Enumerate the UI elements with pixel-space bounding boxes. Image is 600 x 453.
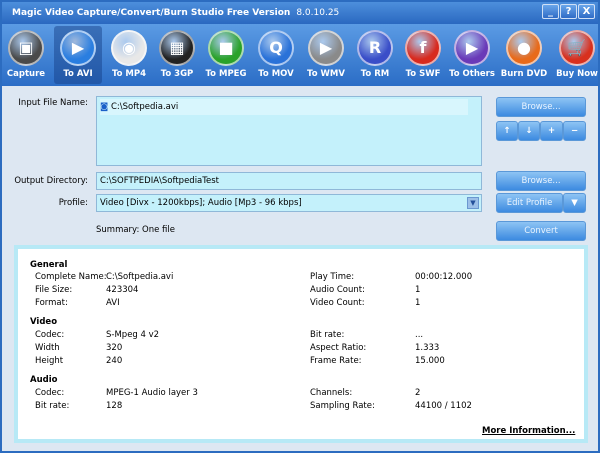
video-codec-label: Codec: <box>35 330 65 340</box>
audio-count-label: Audio Count: <box>310 285 365 295</box>
file-size-label: File Size: <box>35 285 73 295</box>
toolbar-button-to-3gp[interactable]: ▦ To 3GP <box>153 26 201 84</box>
aspect-ratio-label: Aspect Ratio: <box>310 343 367 353</box>
sampling-rate-label: Sampling Rate: <box>310 401 375 411</box>
toolbar-button-burn-dvd[interactable]: ● Burn DVD <box>500 26 548 84</box>
dvd-icon: ● <box>506 30 542 66</box>
file-list-item[interactable]: ◙ C:\Softpedia.avi <box>100 99 468 115</box>
input-file-label: Input File Name: <box>18 98 88 108</box>
complete-name-value: C:\Softpedia.avi <box>106 272 174 282</box>
toolbar-button-to-avi[interactable]: ▶ To AVI <box>54 26 102 84</box>
toolbar-button-to-swf[interactable]: f To SWF <box>399 26 447 84</box>
format-label: Format: <box>35 298 68 308</box>
width-label: Width <box>35 343 60 353</box>
complete-name-label: Complete Name: <box>35 272 107 282</box>
height-value: 240 <box>106 356 123 366</box>
output-dir-input[interactable]: C:\SOFTPEDIA\SoftpediaTest <box>96 172 482 190</box>
profile-value: Video [Divx - 1200kbps]; Audio [Mp3 - 96… <box>100 198 302 208</box>
help-button[interactable]: ? <box>560 4 577 19</box>
audio-codec-value: MPEG-1 Audio layer 3 <box>106 388 198 398</box>
cart-icon: 🛒 <box>559 30 595 66</box>
frame-rate-label: Frame Rate: <box>310 356 362 366</box>
audio-count-value: 1 <box>415 285 421 295</box>
window-title: Magic Video Capture/Convert/Burn Studio … <box>12 8 291 18</box>
edit-profile-button[interactable]: Edit Profile <box>496 193 563 213</box>
move-down-button[interactable]: ↓ <box>518 121 540 141</box>
frame-rate-value: 15.000 <box>415 356 445 366</box>
app-window: Magic Video Capture/Convert/Burn Studio … <box>0 0 600 453</box>
ipod-icon: ◉ <box>111 30 147 66</box>
title-bar: Magic Video Capture/Convert/Burn Studio … <box>2 2 598 24</box>
toolbar-button-label: Buy Now <box>556 69 598 79</box>
chevron-down-icon[interactable]: ▼ <box>467 197 479 209</box>
toolbar-button-capture[interactable]: ▣ Capture <box>2 26 50 84</box>
browse-input-button[interactable]: Browse... <box>496 97 586 117</box>
toolbar-button-to-rm[interactable]: R To RM <box>351 26 399 84</box>
phone-icon: ▦ <box>159 30 195 66</box>
remove-file-button[interactable]: − <box>563 121 586 141</box>
version: 8.0.10.25 <box>296 8 340 18</box>
format-value: AVI <box>106 298 120 308</box>
play-time-label: Play Time: <box>310 272 355 282</box>
input-file-list[interactable]: ◙ C:\Softpedia.avi <box>96 96 482 166</box>
media-info-panel: General Complete Name: C:\Softpedia.avi … <box>14 245 588 443</box>
play-time-value: 00:00:12.000 <box>415 272 473 282</box>
capture-icon: ▣ <box>8 30 44 66</box>
minimize-button[interactable]: _ <box>542 4 559 19</box>
audio-bitrate-label: Bit rate: <box>35 401 70 411</box>
toolbar-button-to-mpeg[interactable]: ■ To MPEG <box>202 26 250 84</box>
profile-select[interactable]: Video [Divx - 1200kbps]; Audio [Mp3 - 96… <box>96 194 482 212</box>
close-button[interactable]: X <box>578 4 595 19</box>
aspect-ratio-value: 1.333 <box>415 343 440 353</box>
audio-codec-label: Codec: <box>35 388 65 398</box>
profile-menu-button[interactable]: ▼ <box>563 193 586 213</box>
camera-icon: ■ <box>208 30 244 66</box>
file-name: C:\Softpedia.avi <box>110 102 179 112</box>
video-count-value: 1 <box>415 298 421 308</box>
wmv-icon: ▶ <box>308 30 344 66</box>
sampling-rate-value: 44100 / 1102 <box>415 401 472 411</box>
toolbar-button-label: Burn DVD <box>500 69 548 79</box>
toolbar: ▣ Capture ▶ To AVI ◉ To MP4 ▦ To 3GP ■ To MPEG Q To… <box>2 24 598 86</box>
toolbar-button-to-mov[interactable]: Q To MOV <box>252 26 300 84</box>
general-heading: General <box>30 260 68 270</box>
video-bitrate-label: Bit rate: <box>310 330 345 340</box>
channels-label: Channels: <box>310 388 353 398</box>
move-up-button[interactable]: ↑ <box>496 121 518 141</box>
profile-label: Profile: <box>58 198 88 208</box>
video-heading: Video <box>30 317 58 327</box>
play-icon: ▶ <box>60 30 96 66</box>
toolbar-button-to-others[interactable]: ▶ To Others <box>448 26 496 84</box>
flash-icon: f <box>405 30 441 66</box>
width-value: 320 <box>106 343 123 353</box>
others-icon: ▶ <box>454 30 490 66</box>
output-dir-label: Output Directory: <box>14 176 88 186</box>
video-codec-value: S-Mpeg 4 v2 <box>106 330 160 340</box>
video-bitrate-value: ... <box>415 330 424 340</box>
channels-value: 2 <box>415 388 421 398</box>
summary-text: Summary: One file <box>96 225 175 235</box>
quicktime-icon: Q <box>258 30 294 66</box>
more-information-link[interactable]: More Information... <box>482 426 575 436</box>
browse-output-button[interactable]: Browse... <box>496 171 586 191</box>
video-count-label: Video Count: <box>310 298 365 308</box>
toolbar-button-to-wmv[interactable]: ▶ To WMV <box>302 26 350 84</box>
convert-button[interactable]: Convert <box>496 221 586 241</box>
add-file-button[interactable]: + <box>540 121 563 141</box>
file-size-value: 423304 <box>106 285 139 295</box>
video-file-icon: ◙ <box>100 102 109 112</box>
toolbar-button-to-mp4[interactable]: ◉ To MP4 <box>105 26 153 84</box>
audio-bitrate-value: 128 <box>106 401 123 411</box>
height-label: Height <box>35 356 64 366</box>
toolbar-button-label: To Others <box>449 69 495 79</box>
toolbar-button-buy-now[interactable]: 🛒 Buy Now <box>553 26 600 84</box>
audio-heading: Audio <box>30 375 58 385</box>
realmedia-icon: R <box>357 30 393 66</box>
